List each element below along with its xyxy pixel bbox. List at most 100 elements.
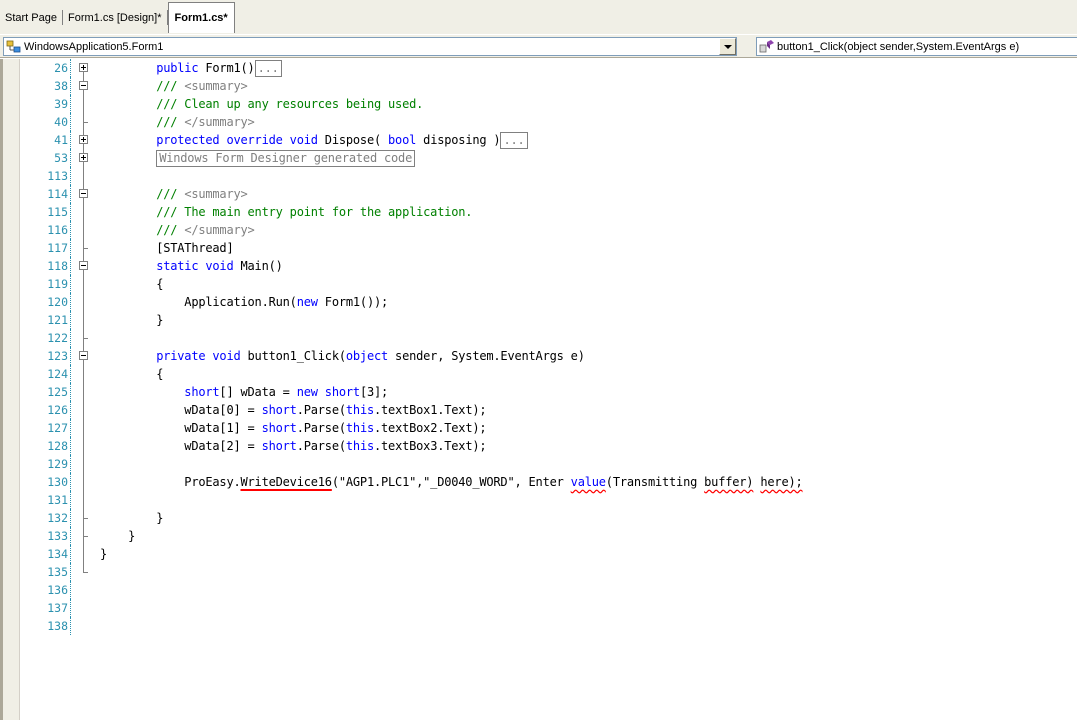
member-combo[interactable]: button1_Click(object sender,System.Event… [756,37,1077,56]
line-number-separator [70,563,71,581]
collapse-icon[interactable] [79,189,88,198]
outline-margin [78,293,92,311]
code-token: (Transmitting [605,475,705,489]
chevron-down-icon [723,44,732,49]
line-number-separator [70,329,71,347]
outline-margin [78,239,92,257]
tab-start-page[interactable]: Start Page [0,2,62,33]
code-token: .Parse( [296,439,346,453]
code-line[interactable]: 41 protected override void Dispose( bool… [0,131,1077,149]
code-line[interactable]: 136 [0,581,1077,599]
code-line[interactable]: 138 [0,617,1077,635]
line-number-separator [70,311,71,329]
line-number-separator [70,401,71,419]
code-token: } [100,547,108,561]
code-line[interactable]: 39 /// Clean up any resources being used… [0,95,1077,113]
code-line[interactable]: 132 } [0,509,1077,527]
code-text: ProEasy.WriteDevice16("AGP1.PLC1","_D004… [100,473,802,491]
collapse-icon[interactable] [79,81,88,90]
line-number-separator [70,203,71,221]
code-text: { [100,275,163,293]
code-line[interactable]: 134} [0,545,1077,563]
code-text: } [100,545,107,563]
code-token: Form1()); [317,295,389,309]
code-line[interactable]: 133 } [0,527,1077,545]
collapsed-region[interactable]: ... [254,60,282,77]
collapsed-region[interactable]: Windows Form Designer generated code [156,150,416,167]
code-line[interactable]: 130 ProEasy.WriteDevice16("AGP1.PLC1","_… [0,473,1077,491]
collapsed-region[interactable]: ... [500,132,528,149]
code-line[interactable]: 125 short[] wData = new short[3]; [0,383,1077,401]
outline-margin[interactable] [78,131,92,149]
class-combo-dropdown-button[interactable] [719,38,736,55]
code-text: short[] wData = new short[3]; [100,383,388,401]
code-text: wData[2] = short.Parse(this.textBox3.Tex… [100,437,486,455]
outline-margin[interactable] [78,347,92,365]
code-line[interactable]: 38 /// <summary> [0,77,1077,95]
code-line[interactable]: 114 /// <summary> [0,185,1077,203]
code-text: Windows Form Designer generated code [100,149,416,167]
code-line[interactable]: 26 public Form1()... [0,59,1077,77]
code-line[interactable]: 116 /// </summary> [0,221,1077,239]
expand-icon[interactable] [79,63,88,72]
outline-margin[interactable] [78,257,92,275]
code-line[interactable]: 40 /// </summary> [0,113,1077,131]
code-token: .Parse( [296,403,346,417]
code-editor[interactable]: 26 public Form1()... 38 /// <summary> 39 /… [0,59,1077,720]
line-number: 116 [47,223,68,237]
code-token: short [261,421,297,435]
code-line[interactable]: 135 [0,563,1077,581]
code-line[interactable]: 122 [0,329,1077,347]
code-line[interactable]: 124 { [0,365,1077,383]
tab-form1-cs-design[interactable]: Form1.cs [Design]* [63,2,167,33]
code-token: short [184,385,220,399]
code-token: Form1() [198,61,255,75]
outline-margin[interactable] [78,185,92,203]
code-line[interactable]: 113 [0,167,1077,185]
code-token: .textBox1.Text); [374,403,487,417]
code-token: public [156,61,199,75]
line-number-separator [70,59,71,77]
code-token: private void [156,349,241,363]
collapse-icon[interactable] [79,261,88,270]
code-line[interactable]: 115 /// The main entry point for the app… [0,203,1077,221]
outline-margin[interactable] [78,59,92,77]
collapse-icon[interactable] [79,351,88,360]
line-number: 125 [47,385,68,399]
navigation-bar: WindowsApplication5.Form1 button1_Click(… [0,35,1077,58]
outline-margin[interactable] [78,149,92,167]
expand-icon[interactable] [79,153,88,162]
expand-icon[interactable] [79,135,88,144]
line-number: 134 [47,547,68,561]
code-line[interactable]: 137 [0,599,1077,617]
code-token: .textBox3.Text); [374,439,487,453]
code-line[interactable]: 128 wData[2] = short.Parse(this.textBox3… [0,437,1077,455]
code-line[interactable]: 121 } [0,311,1077,329]
code-line[interactable]: 118 static void Main() [0,257,1077,275]
code-line[interactable]: 127 wData[1] = short.Parse(this.textBox2… [0,419,1077,437]
code-line[interactable]: 117 [STAThread] [0,239,1077,257]
line-number: 123 [47,349,68,363]
code-line[interactable]: 131 [0,491,1077,509]
code-line[interactable]: 53 Windows Form Designer generated code [0,149,1077,167]
outline-margin [78,275,92,293]
line-number-separator [70,239,71,257]
line-number: 117 [47,241,68,255]
outline-margin [78,167,92,185]
code-line[interactable]: 119 { [0,275,1077,293]
tab-form1-cs[interactable]: Form1.cs* [167,2,235,33]
outline-margin[interactable] [78,77,92,95]
class-combo[interactable]: WindowsApplication5.Form1 [3,37,737,56]
line-number: 128 [47,439,68,453]
code-token: protected override void [156,133,318,147]
code-line[interactable]: 126 wData[0] = short.Parse(this.textBox1… [0,401,1077,419]
code-token: this [345,439,374,453]
line-number: 122 [47,331,68,345]
code-token: wData[2] = [100,439,262,453]
outline-margin [78,95,92,113]
code-line[interactable]: 120 Application.Run(new Form1()); [0,293,1077,311]
code-text: protected override void Dispose( bool di… [100,131,528,149]
code-line[interactable]: 123 private void button1_Click(object se… [0,347,1077,365]
code-line[interactable]: 129 [0,455,1077,473]
